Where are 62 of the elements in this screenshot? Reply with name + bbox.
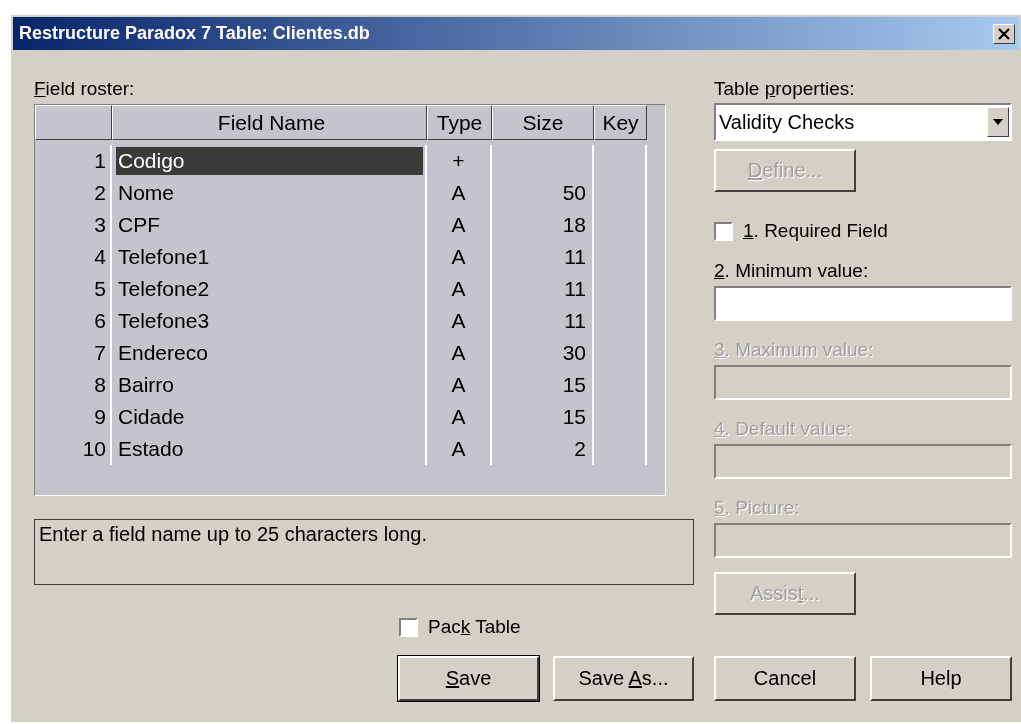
type-cell[interactable]: A: [427, 369, 492, 401]
close-button[interactable]: [993, 23, 1015, 44]
field-name-cell[interactable]: CPF: [116, 211, 423, 239]
table-properties-dropdown[interactable]: Validity Checks: [714, 103, 1012, 141]
row-number: 9: [35, 401, 112, 433]
pack-table-label[interactable]: Pack Table: [428, 616, 521, 638]
row-number: 4: [35, 241, 112, 273]
type-cell[interactable]: A: [427, 401, 492, 433]
dropdown-arrow-icon: [993, 119, 1003, 125]
field-name-cell[interactable]: Nome: [116, 179, 423, 207]
field-name-cell[interactable]: Estado: [116, 435, 423, 463]
close-icon: [998, 27, 1010, 40]
type-cell[interactable]: A: [427, 177, 492, 209]
save-button[interactable]: Save As...: [553, 656, 694, 701]
field-name-cell[interactable]: Endereco: [116, 339, 423, 367]
type-cell[interactable]: +: [427, 145, 492, 177]
input-field[interactable]: [714, 286, 1012, 321]
hint-text: Enter a field name up to 25 characters long.: [39, 523, 427, 545]
row-number: 10: [35, 433, 112, 465]
type-cell[interactable]: A: [427, 433, 492, 465]
required-field-label[interactable]: 1. Required Field: [743, 220, 888, 242]
field-name-cell[interactable]: Codigo: [116, 147, 423, 175]
dialog-button[interactable]: Cancel: [714, 656, 856, 701]
row-number: 7: [35, 337, 112, 369]
field-name-cell[interactable]: Cidade: [116, 403, 423, 431]
size-cell[interactable]: 11: [492, 241, 594, 273]
required-field-checkbox[interactable]: [714, 221, 733, 241]
row-number: 3: [35, 209, 112, 241]
size-cell[interactable]: 11: [492, 273, 594, 305]
size-cell[interactable]: 15: [492, 369, 594, 401]
field-roster-label: Field roster:: [34, 78, 135, 100]
field-name-cell[interactable]: Telefone1: [116, 243, 423, 271]
field-name-cell[interactable]: Bairro: [116, 371, 423, 399]
size-cell[interactable]: 11: [492, 305, 594, 337]
size-cell[interactable]: 18: [492, 209, 594, 241]
column-header[interactable]: Size: [492, 105, 594, 140]
column-header[interactable]: Key: [594, 105, 647, 140]
row-number: 2: [35, 177, 112, 209]
field-name-cell[interactable]: Telefone2: [116, 275, 423, 303]
size-cell[interactable]: 2: [492, 433, 594, 465]
window-title: Restructure Paradox 7 Table: Clientes.db: [19, 23, 370, 44]
field-roster-grid[interactable]: Field Name Type Size Key 1 Codigo + 2 Nome A 50 3 CPF A 18 4 Telefone1 A 11 5 Telefone2 A 11 6 Telefone3 A 11 7 Endereco A 30 8 Bairro A 15 9 Cidade A 15 10 Estado A 2: [34, 104, 666, 496]
type-cell[interactable]: A: [427, 305, 492, 337]
type-cell[interactable]: A: [427, 209, 492, 241]
save-button[interactable]: Save: [398, 656, 539, 701]
row-number: 6: [35, 305, 112, 337]
size-cell[interactable]: 30: [492, 337, 594, 369]
value-field-label: 2. Minimum value:: [714, 260, 869, 282]
field-name-cell[interactable]: Telefone3: [116, 307, 423, 335]
size-cell[interactable]: 50: [492, 177, 594, 209]
dialog-button[interactable]: Help: [870, 656, 1012, 701]
column-header[interactable]: Field Name: [112, 105, 427, 140]
column-header[interactable]: Type: [427, 105, 492, 140]
type-cell[interactable]: A: [427, 337, 492, 369]
type-cell[interactable]: A: [427, 273, 492, 305]
pack-table-checkbox[interactable]: [399, 617, 418, 637]
size-cell[interactable]: 15: [492, 401, 594, 433]
row-number: 5: [35, 273, 112, 305]
row-number: 8: [35, 369, 112, 401]
table-properties-label: Table properties:: [714, 78, 855, 100]
row-number: 1: [35, 145, 112, 177]
type-cell[interactable]: A: [427, 241, 492, 273]
